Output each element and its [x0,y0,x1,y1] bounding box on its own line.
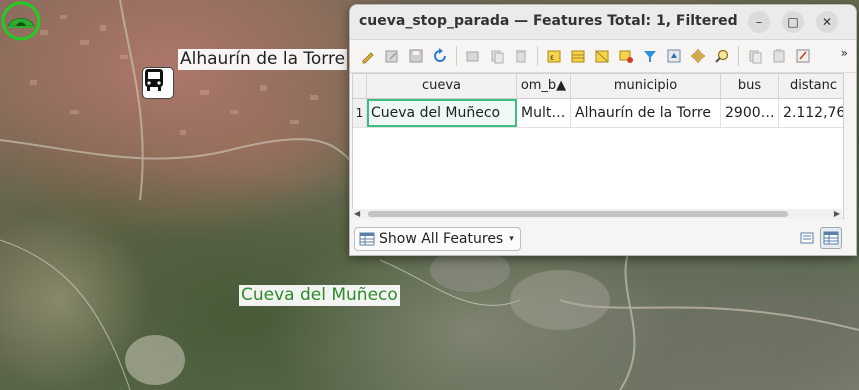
copy-rows-button[interactable] [743,45,766,68]
cave-label: Cueva del Muñeco [239,285,400,306]
minimize-button[interactable]: – [748,11,770,33]
paste-button[interactable] [767,45,790,68]
copy-icon [491,50,503,64]
table-cell[interactable]: 2.112,762 [779,99,843,127]
bus-stop-label: Alhaurín de la Torre [178,49,348,70]
zoom-icon [714,49,728,63]
table-view-icon [823,231,839,245]
bus-stop-marker[interactable] [142,67,174,99]
window-title: cueva_stop_parada — Features Total: 1, F… [359,13,739,29]
multi-edit-button[interactable] [380,45,403,68]
table-cell[interactable]: Alhaurín de la Torre [571,99,721,127]
filter-icon [643,51,656,62]
paste-icon [773,49,784,63]
reload-icon [433,48,446,62]
deselect-icon [619,50,633,63]
table-icon [359,232,375,246]
cave-marker-icon[interactable] [0,0,42,42]
attribute-toolbar: ε » [350,40,856,73]
filter-button[interactable] [638,45,661,68]
add-feature-icon [466,51,478,62]
column-header[interactable]: municipio [571,74,721,98]
expression-select-icon: ε [547,50,560,63]
form-view-icon [800,232,814,244]
close-icon: ✕ [821,15,833,29]
table-view-button[interactable] [820,227,842,249]
horizontal-scrollbar[interactable]: ◀ ▶ [352,209,842,219]
pan-to-selection-button[interactable] [686,45,709,68]
toggle-editing-button[interactable] [356,45,379,68]
scroll-right-arrow[interactable]: ▶ [834,209,840,218]
copy-button[interactable] [485,45,508,68]
toolbar-overflow-button[interactable]: » [841,46,848,60]
pan-icon [690,48,705,64]
trash-icon [515,50,526,63]
save-icon [409,49,422,63]
scroll-left-arrow[interactable]: ◀ [354,209,360,218]
chevron-down-icon: ▾ [509,234,514,244]
pencil-icon [362,52,374,64]
attribute-table[interactable]: cueva om_b▲ municipio bus distanc 1 Cuev… [352,73,844,219]
close-button[interactable]: ✕ [816,11,838,33]
toolbar-separator [537,46,538,66]
invert-selection-icon [595,50,608,63]
select-by-expression-button[interactable]: ε [542,45,565,68]
toolbar-separator [456,46,457,66]
form-view-button[interactable] [796,227,818,249]
select-all-button[interactable] [566,45,589,68]
field-calculator-icon [796,49,809,63]
maximize-icon: □ [787,15,799,29]
save-edits-button[interactable] [404,45,427,68]
field-calculator-button[interactable] [791,45,814,68]
show-features-label: Show All Features [379,231,504,247]
zoom-to-selection-button[interactable] [710,45,733,68]
select-all-icon [571,50,584,63]
minimize-icon: – [756,15,762,29]
window-titlebar[interactable]: cueva_stop_parada — Features Total: 1, F… [350,5,856,40]
row-number[interactable]: 1 [353,99,367,127]
add-feature-button[interactable] [461,45,484,68]
show-features-dropdown[interactable]: Show All Features ▾ [354,227,521,251]
delete-feature-button[interactable] [509,45,532,68]
deselect-all-button[interactable] [614,45,637,68]
table-cell[interactable]: Mult… [517,99,571,127]
invert-selection-button[interactable] [590,45,613,68]
toolbar-separator [738,46,739,66]
reload-button[interactable] [428,45,451,68]
bottom-bar: Show All Features ▾ [350,223,856,255]
table-cell[interactable]: Cueva del Muñeco [367,99,517,127]
move-top-icon [667,49,680,63]
multi-edit-icon [385,50,397,63]
table-cell[interactable]: 2900… [721,99,779,127]
table-row[interactable]: 1 Cueva del Muñeco Mult… Alhaurín de la … [353,99,843,128]
column-header[interactable]: om_b▲ [517,74,571,98]
scrollbar-thumb[interactable] [368,211,788,217]
move-selection-top-button[interactable] [662,45,685,68]
attribute-table-window: cueva_stop_parada — Features Total: 1, F… [349,4,857,256]
copy-rows-icon [749,50,761,64]
column-header[interactable]: cueva [367,74,517,98]
bus-icon [145,69,163,91]
column-header[interactable]: bus [721,74,779,98]
maximize-button[interactable]: □ [782,11,804,33]
column-header[interactable]: distanc [779,74,843,98]
header-corner[interactable] [353,74,367,98]
svg-text:ε: ε [550,53,554,62]
table-header-row: cueva om_b▲ municipio bus distanc [353,74,843,99]
